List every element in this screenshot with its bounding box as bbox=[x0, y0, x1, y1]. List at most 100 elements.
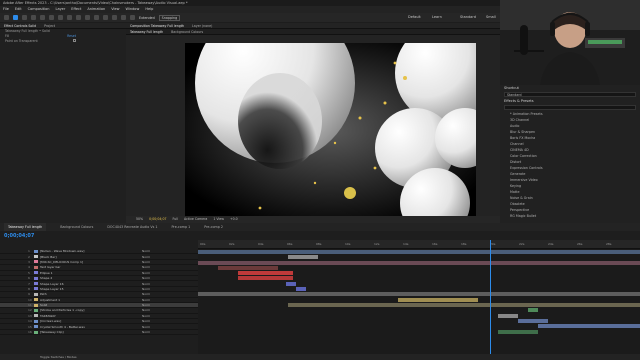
snapping-toggle[interactable]: Snapping bbox=[158, 14, 181, 21]
timeline-timecode[interactable]: 0;00;04;07 bbox=[4, 233, 34, 239]
track-bar[interactable] bbox=[498, 314, 518, 318]
workspace-standard[interactable]: Standard bbox=[460, 13, 476, 22]
layer-name[interactable]: [Strobe and Particles 1 -copy] bbox=[40, 308, 98, 312]
resolution-menu[interactable]: Full bbox=[173, 216, 178, 223]
layer-label-color[interactable] bbox=[34, 308, 38, 312]
menu-animation[interactable]: Animation bbox=[87, 6, 105, 13]
layer-mode-menu[interactable]: Norm bbox=[142, 330, 156, 334]
layer-name[interactable]: [Takeaway Clip] bbox=[40, 330, 98, 334]
puppet-tool[interactable] bbox=[130, 15, 135, 20]
layer-label-color[interactable] bbox=[34, 271, 38, 275]
composition-viewer[interactable] bbox=[185, 43, 476, 216]
layer-mode-menu[interactable]: Norm bbox=[142, 255, 156, 259]
tab-project[interactable]: Project bbox=[44, 23, 55, 28]
layer-label-color[interactable] bbox=[34, 255, 38, 259]
effects-search-input[interactable] bbox=[504, 105, 636, 110]
tab-composition[interactable]: Composition Takeaway Full length bbox=[130, 23, 184, 28]
track-bar[interactable] bbox=[198, 292, 640, 296]
layer-label-color[interactable] bbox=[34, 330, 38, 334]
layer-name[interactable]: Ellipse 1 bbox=[40, 271, 98, 275]
layer-name[interactable]: TAKEAWAY bbox=[40, 314, 98, 318]
menu-composition[interactable]: Composition bbox=[28, 6, 50, 13]
subtab-takeaway[interactable]: Takeaway Full length bbox=[130, 29, 163, 34]
effect-category-item[interactable]: RG Magic Bullet bbox=[500, 213, 640, 219]
workspace-default[interactable]: Default bbox=[408, 13, 421, 22]
zoom-tool[interactable] bbox=[31, 15, 36, 20]
layer-name[interactable]: Adjustment 1 bbox=[40, 298, 98, 302]
timeline-footer[interactable]: Toggle Switches / Modes bbox=[0, 354, 640, 360]
brush-tool[interactable] bbox=[94, 15, 99, 20]
layer-mode-menu[interactable]: Norm bbox=[142, 265, 156, 269]
layer-label-color[interactable] bbox=[34, 249, 38, 253]
tab-effect-controls[interactable]: Effect Controls Solid bbox=[4, 23, 36, 28]
track-bar[interactable] bbox=[528, 308, 538, 312]
track-bar[interactable] bbox=[238, 276, 293, 280]
timeline-tab-precomp1[interactable]: Pre-comp 1 bbox=[172, 223, 191, 231]
track-bar[interactable] bbox=[538, 324, 640, 328]
menu-edit[interactable]: Edit bbox=[15, 6, 22, 13]
track-bar[interactable] bbox=[198, 250, 640, 254]
layer-mode-menu[interactable]: Norm bbox=[142, 287, 156, 291]
track-bar[interactable] bbox=[296, 287, 306, 291]
workspace-small-screen[interactable]: Small Screen bbox=[486, 13, 500, 28]
layer-label-color[interactable] bbox=[34, 319, 38, 323]
layer-name[interactable]: [Circles1.wav] bbox=[40, 319, 98, 323]
track-bar[interactable] bbox=[288, 255, 318, 259]
pen-tool[interactable] bbox=[76, 15, 81, 20]
layer-label-color[interactable] bbox=[34, 298, 38, 302]
track-bar[interactable] bbox=[286, 282, 296, 286]
layer-tracks[interactable] bbox=[198, 240, 640, 354]
layer-mode-menu[interactable]: Norm bbox=[142, 249, 156, 253]
track-bar[interactable] bbox=[498, 330, 538, 334]
track-bar[interactable] bbox=[518, 319, 548, 323]
layer-label-color[interactable] bbox=[34, 276, 38, 280]
layer-mode-menu[interactable]: Norm bbox=[142, 298, 156, 302]
timeline-tab-precomp2[interactable]: Pre-comp 2 bbox=[204, 223, 223, 231]
layer-mode-menu[interactable]: Norm bbox=[142, 271, 156, 275]
timeline-tab-takeaway[interactable]: Takeaway Full length bbox=[4, 223, 47, 231]
roto-tool[interactable] bbox=[121, 15, 126, 20]
tab-layer[interactable]: Layer (none) bbox=[192, 23, 212, 28]
extended-toggle[interactable]: Extended bbox=[139, 16, 155, 20]
layer-name[interactable]: Text layer bar bbox=[40, 265, 98, 269]
layer-name[interactable]: [MIX-SC_DELICIOUS Comp 1] bbox=[40, 260, 98, 264]
shortcut-dropdown[interactable]: Standard bbox=[504, 92, 636, 97]
layer-mode-menu[interactable]: Norm bbox=[142, 303, 156, 307]
view-layout-menu[interactable]: 1 View bbox=[213, 216, 224, 223]
current-time-display[interactable]: 0;00;04;07 bbox=[149, 216, 166, 223]
layer-mode-menu[interactable]: Norm bbox=[142, 282, 156, 286]
layer-label-color[interactable] bbox=[34, 265, 38, 269]
menu-effect[interactable]: Effect bbox=[71, 6, 81, 13]
layer-mode-menu[interactable]: Norm bbox=[142, 319, 156, 323]
layer-mode-menu[interactable]: Norm bbox=[142, 314, 156, 318]
layer-mode-menu[interactable]: Norm bbox=[142, 276, 156, 280]
layer-name[interactable]: Shape Layer 16 bbox=[40, 282, 98, 286]
track-bar[interactable] bbox=[288, 303, 640, 307]
layer-label-color[interactable] bbox=[34, 325, 38, 329]
layer-label-color[interactable] bbox=[34, 260, 38, 264]
timeline-tab-doc[interactable]: DOC4043 Recreate Audio Vs 1 bbox=[107, 223, 157, 231]
layer-name[interactable]: Shape 2 bbox=[40, 276, 98, 280]
layer-label-color[interactable] bbox=[34, 292, 38, 296]
layer-label-color[interactable] bbox=[34, 287, 38, 291]
layer-mode-menu[interactable]: Norm bbox=[142, 260, 156, 264]
layer-mode-menu[interactable]: Norm bbox=[142, 292, 156, 296]
workspace-learn[interactable]: Learn bbox=[432, 13, 442, 22]
selection-tool[interactable] bbox=[13, 15, 18, 20]
layer-name[interactable]: Solid bbox=[40, 303, 98, 307]
menu-file[interactable]: File bbox=[3, 6, 9, 13]
rotate-tool[interactable] bbox=[40, 15, 45, 20]
layer-label-color[interactable] bbox=[34, 303, 38, 307]
timeline-tab-background[interactable]: Background Colours bbox=[60, 223, 93, 231]
layer-mode-menu[interactable]: Norm bbox=[142, 308, 156, 312]
pan-tool[interactable] bbox=[58, 15, 63, 20]
paint-on-transparent-checkbox[interactable] bbox=[73, 39, 76, 42]
home-tool[interactable] bbox=[4, 15, 9, 20]
layer-name[interactable]: Path bbox=[40, 292, 98, 296]
camera-menu[interactable]: Active Camera bbox=[184, 216, 207, 223]
track-bar[interactable] bbox=[398, 298, 478, 302]
layer-name[interactable]: Crystal Smooth 4 - Better.wav bbox=[40, 325, 98, 329]
track-bar[interactable] bbox=[218, 266, 278, 270]
exposure-value[interactable]: +0.0 bbox=[230, 216, 238, 223]
text-tool[interactable] bbox=[85, 15, 90, 20]
